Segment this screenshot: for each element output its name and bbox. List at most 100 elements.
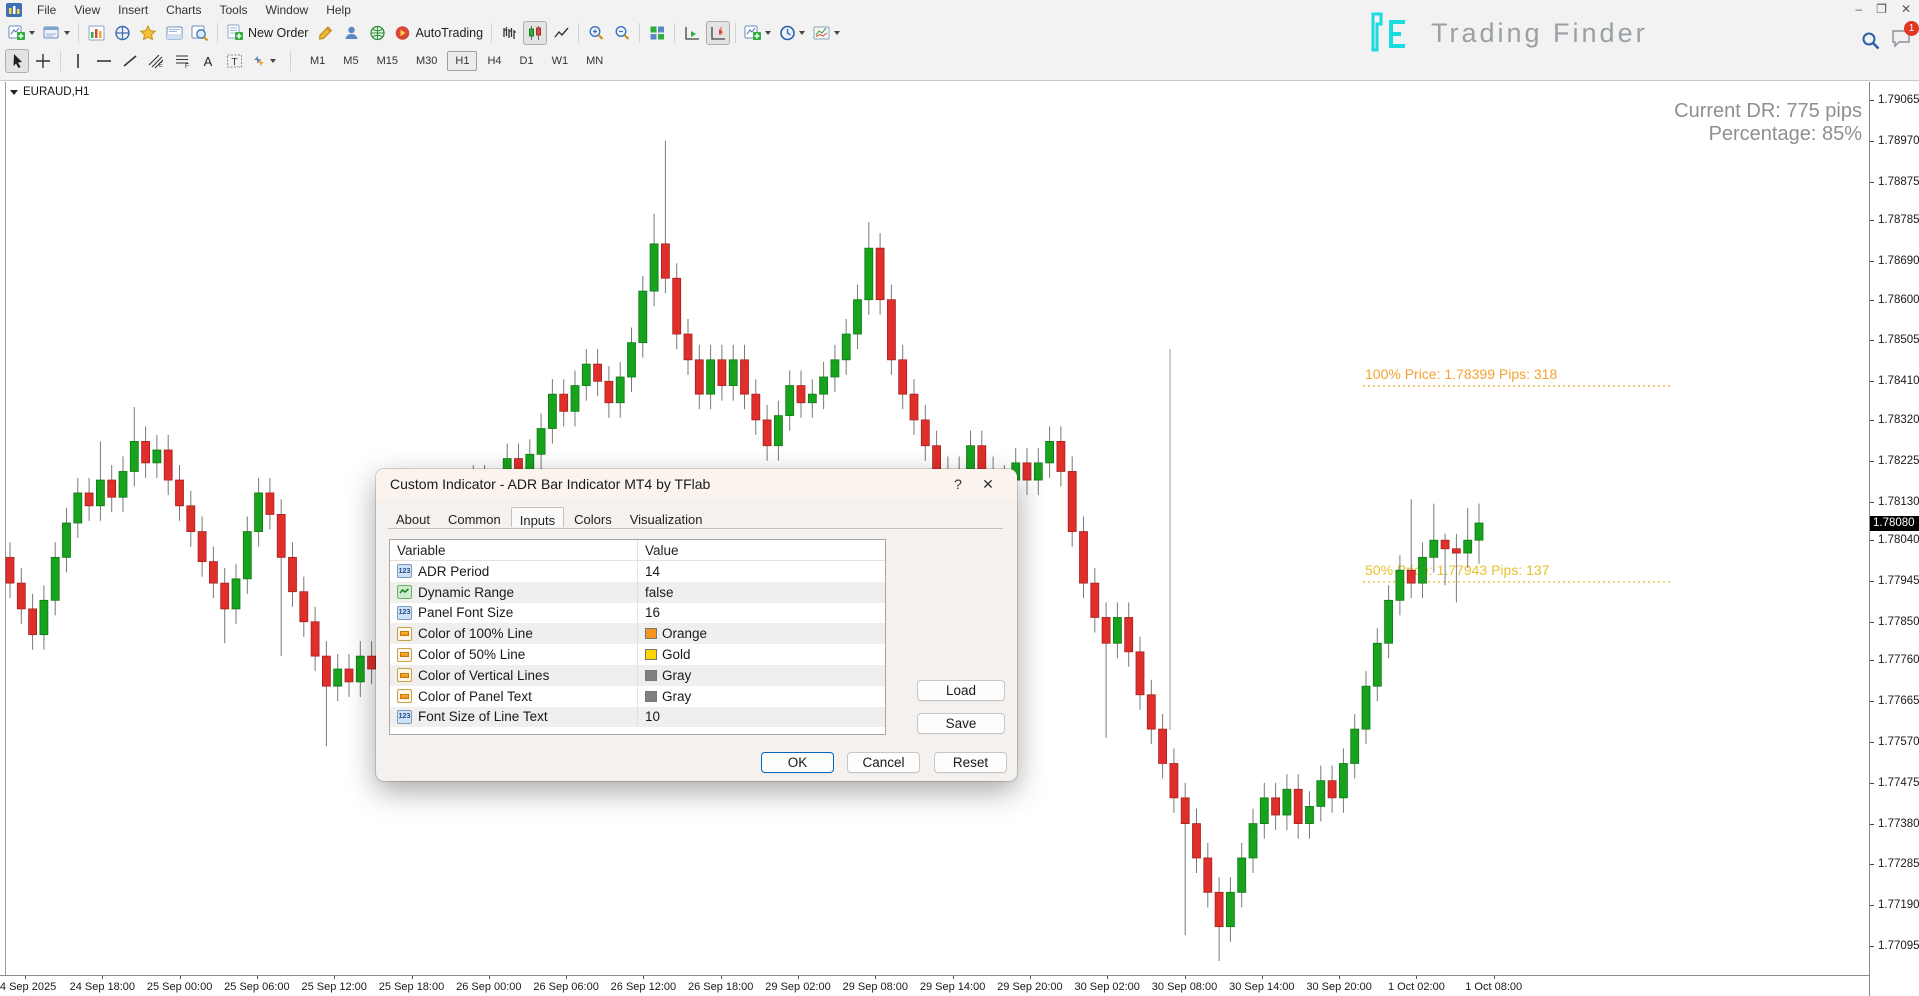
indicators-button[interactable] xyxy=(741,21,774,45)
menu-charts[interactable]: Charts xyxy=(157,1,210,19)
time-tick-label: 29 Sep 02:00 xyxy=(765,981,830,993)
navigator-button[interactable] xyxy=(136,21,160,45)
candlestick-chart-type-button[interactable] xyxy=(523,21,547,45)
dialog-title-bar[interactable]: Custom Indicator - ADR Bar Indicator MT4… xyxy=(376,469,1017,499)
timeframe-m1[interactable]: M1 xyxy=(302,51,333,71)
menu-view[interactable]: View xyxy=(65,1,109,19)
timeframe-h1[interactable]: H1 xyxy=(447,51,477,71)
menu-window[interactable]: Window xyxy=(257,1,318,19)
table-row[interactable]: Color of Panel TextGray xyxy=(390,686,885,707)
text-tool-button[interactable]: A xyxy=(196,49,220,73)
community-button[interactable] xyxy=(365,21,389,45)
timeframe-w1[interactable]: W1 xyxy=(544,51,577,71)
dialog-help-button[interactable]: ? xyxy=(943,476,973,492)
save-button[interactable]: Save xyxy=(917,713,1005,734)
market-watch-button[interactable] xyxy=(84,21,108,45)
experts-button[interactable] xyxy=(339,21,363,45)
search-icon[interactable] xyxy=(1861,31,1881,51)
time-tick-label: 26 Sep 00:00 xyxy=(456,981,521,993)
cancel-button[interactable]: Cancel xyxy=(847,752,920,773)
chart-shift-button[interactable] xyxy=(706,21,730,45)
templates-button[interactable] xyxy=(810,21,843,45)
bar-chart-type-button[interactable] xyxy=(497,21,521,45)
menu-help[interactable]: Help xyxy=(317,1,360,19)
profiles-button[interactable] xyxy=(40,21,73,45)
table-row[interactable]: 123ADR Period14 xyxy=(390,561,885,582)
cursor-tool-button[interactable] xyxy=(5,49,29,73)
table-row[interactable]: Color of Vertical LinesGray xyxy=(390,665,885,686)
time-axis[interactable]: 24 Sep 202524 Sep 18:0025 Sep 00:0025 Se… xyxy=(0,975,1870,996)
arrows-tool-button[interactable] xyxy=(248,49,279,73)
text-label-tool-button[interactable]: T xyxy=(222,49,246,73)
tab-colors[interactable]: Colors xyxy=(566,509,620,529)
tab-common[interactable]: Common xyxy=(440,509,509,529)
dialog-tabs: AboutCommonInputsColorsVisualization xyxy=(376,499,1017,529)
time-tick-mark xyxy=(1416,976,1417,979)
load-button[interactable]: Load xyxy=(917,680,1005,701)
autotrading-button[interactable]: AutoTrading xyxy=(391,21,486,45)
metaeditor-button[interactable] xyxy=(313,21,337,45)
timeframe-d1[interactable]: D1 xyxy=(512,51,542,71)
table-row[interactable]: 123Font Size of Line Text10 xyxy=(390,707,885,728)
ok-button[interactable]: OK xyxy=(761,752,834,773)
new-order-button[interactable]: New Order xyxy=(223,21,311,45)
timeframe-h4[interactable]: H4 xyxy=(479,51,509,71)
variable-name: Panel Font Size xyxy=(418,605,513,620)
fibonacci-tool-button[interactable]: F xyxy=(170,49,194,73)
tab-inputs[interactable]: Inputs xyxy=(511,507,564,527)
zoom-out-button[interactable] xyxy=(610,21,634,45)
price-tick-label: 1.77285 xyxy=(1878,858,1919,870)
data-window-button[interactable] xyxy=(110,21,134,45)
menu-file[interactable]: File xyxy=(28,1,65,19)
chevron-down-icon xyxy=(29,31,35,35)
restore-button[interactable]: ❐ xyxy=(1876,2,1887,16)
minimize-button[interactable]: – xyxy=(1855,2,1862,16)
variable-value[interactable]: Gray xyxy=(662,668,691,683)
table-row[interactable]: Color of 100% LineOrange xyxy=(390,623,885,644)
variable-value[interactable]: 10 xyxy=(645,709,660,724)
menu-tools[interactable]: Tools xyxy=(211,1,257,19)
tab-about[interactable]: About xyxy=(388,509,438,529)
auto-scroll-button[interactable] xyxy=(680,21,704,45)
tab-visualization[interactable]: Visualization xyxy=(622,509,711,529)
variable-value[interactable]: Gray xyxy=(662,689,691,704)
terminal-button[interactable] xyxy=(162,21,186,45)
timeframe-m15[interactable]: M15 xyxy=(369,51,406,71)
new-chart-button[interactable] xyxy=(5,21,38,45)
variable-value[interactable]: Orange xyxy=(662,626,707,641)
zoom-in-button[interactable] xyxy=(584,21,608,45)
timeframe-m30[interactable]: M30 xyxy=(408,51,445,71)
close-button[interactable]: ✕ xyxy=(1901,2,1911,16)
periods-button[interactable] xyxy=(776,21,808,45)
table-row[interactable]: Color of 50% LineGold xyxy=(390,644,885,665)
terminal-icon xyxy=(166,25,183,41)
variable-value[interactable]: 16 xyxy=(645,605,660,620)
price-axis[interactable]: 1.790651.789701.788751.787851.786901.786… xyxy=(1870,82,1919,996)
table-row[interactable]: Dynamic Rangefalse xyxy=(390,582,885,603)
horizontal-line-tool-button[interactable] xyxy=(92,49,116,73)
symbol-label[interactable]: EURAUD,H1 xyxy=(10,86,89,98)
variable-value[interactable]: 14 xyxy=(645,564,660,579)
table-rows: 123ADR Period14Dynamic Rangefalse123Pane… xyxy=(390,561,885,727)
reset-button[interactable]: Reset xyxy=(934,752,1007,773)
zoom-out-icon xyxy=(614,25,631,41)
variable-value[interactable]: false xyxy=(645,585,674,600)
variable-value[interactable]: Gold xyxy=(662,647,691,662)
menu-insert[interactable]: Insert xyxy=(109,1,157,19)
trendline-tool-button[interactable] xyxy=(118,49,142,73)
timeframe-mn[interactable]: MN xyxy=(578,51,611,71)
strategy-tester-button[interactable] xyxy=(188,21,212,45)
line-chart-type-button[interactable] xyxy=(549,21,573,45)
crosshair-tool-button[interactable] xyxy=(31,49,55,73)
dialog-close-button[interactable]: ✕ xyxy=(973,476,1003,493)
separator xyxy=(674,23,675,43)
vertical-line-tool-button[interactable] xyxy=(66,49,90,73)
tile-windows-button[interactable] xyxy=(645,21,669,45)
bar-chart-icon xyxy=(501,25,518,41)
table-row[interactable]: 123Panel Font Size16 xyxy=(390,603,885,624)
table-header: Variable Value xyxy=(390,540,885,561)
chat-button[interactable]: 1 xyxy=(1891,28,1913,53)
equidistant-channel-tool-button[interactable]: E xyxy=(144,49,168,73)
timeframe-m5[interactable]: M5 xyxy=(335,51,366,71)
parameters-table[interactable]: Variable Value 123ADR Period14Dynamic Ra… xyxy=(389,539,886,735)
